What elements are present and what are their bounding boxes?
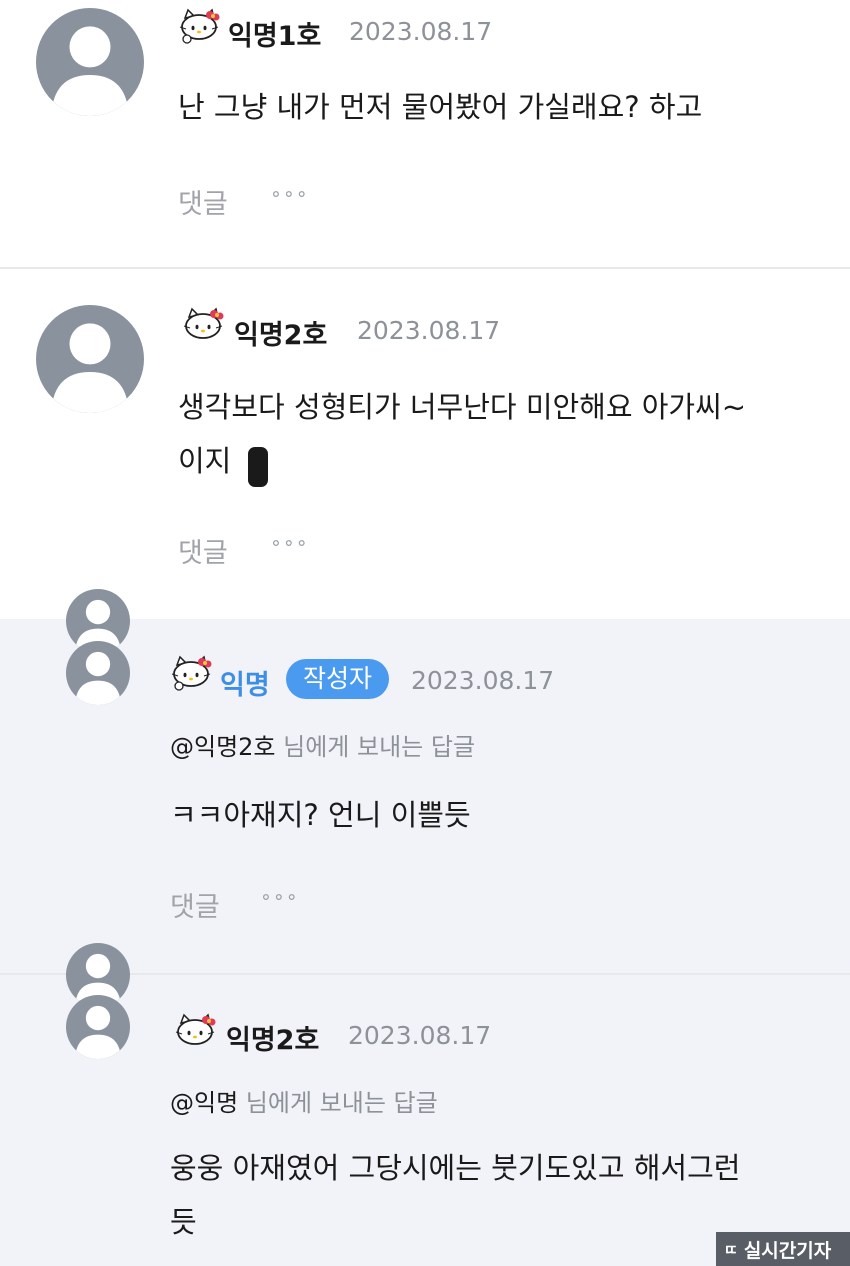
comment-text: 난 그냥 내가 먼저 물어봤어 가실래요? 하고 <box>178 90 703 124</box>
reply-item: 익명 작성자 2023.08.17 @익명2호 님에게 보내는 답글 ㅋㅋ아재지… <box>0 589 850 974</box>
avatar[interactable] <box>36 305 144 413</box>
reply-item: 익명2호 2023.08.17 @익명 님에게 보내는 답글 웅웅 아재였어 그… <box>0 943 850 1266</box>
watermark-logo-icon: ㄸ <box>724 1240 738 1259</box>
more-dots-icon[interactable]: ∘∘∘ <box>270 183 309 205</box>
nickname[interactable]: 익명 <box>220 663 270 702</box>
reply-button[interactable]: 댓글 <box>178 531 228 570</box>
hello-kitty-icon <box>174 1013 216 1047</box>
redaction-blot <box>248 447 268 487</box>
hello-kitty-icon <box>170 655 212 693</box>
more-dots-icon[interactable]: ∘∘∘ <box>260 886 299 908</box>
comment-item: 익명1호 2023.08.17 난 그냥 내가 먼저 물어봤어 가실래요? 하고… <box>0 0 850 268</box>
watermark-text: 실시간기자 <box>743 1239 832 1262</box>
comment-date: 2023.08.17 <box>349 17 493 46</box>
comment-date: 2023.08.17 <box>411 666 555 695</box>
hello-kitty-icon <box>182 307 224 341</box>
more-dots-icon[interactable]: ∘∘∘ <box>270 532 309 554</box>
reply-to-mention[interactable]: @익명 <box>170 1089 238 1117</box>
person-silhouette-icon <box>51 26 129 116</box>
reply-button[interactable]: 댓글 <box>178 182 228 221</box>
hello-kitty-icon <box>178 8 220 46</box>
nickname[interactable]: 익명1호 <box>228 14 321 53</box>
author-badge: 작성자 <box>286 659 390 699</box>
reply-to-mention[interactable]: @익명2호 <box>170 733 276 761</box>
comment-text-line1: 웅웅 아재였어 그당시에는 붓기도있고 해서그런 <box>170 1151 741 1185</box>
reply-to: @익명 님에게 보내는 답글 <box>170 1083 438 1118</box>
avatar[interactable] <box>66 995 130 1059</box>
comment-item: 익명2호 2023.08.17 생각보다 성형티가 너무난다 미안해요 아가씨~… <box>0 269 850 619</box>
reply-to-suffix: 님에게 보내는 답글 <box>275 733 476 761</box>
person-silhouette-icon <box>74 651 122 705</box>
reply-to: @익명2호 님에게 보내는 답글 <box>170 727 475 762</box>
nickname[interactable]: 익명2호 <box>234 313 327 352</box>
reply-button[interactable]: 댓글 <box>170 885 220 924</box>
person-silhouette-icon <box>51 323 129 413</box>
avatar[interactable] <box>66 641 130 705</box>
comment-text-line2: 듯 <box>170 1205 197 1239</box>
avatar[interactable] <box>36 8 144 116</box>
comment-date: 2023.08.17 <box>357 316 501 345</box>
comment-text: ㅋㅋ아재지? 언니 이쁠듯 <box>170 798 471 832</box>
comment-text-line2: 이지 <box>178 444 232 478</box>
reply-to-suffix: 님에게 보내는 답글 <box>238 1089 438 1117</box>
person-silhouette-icon <box>74 1005 122 1059</box>
comment-text-line1: 생각보다 성형티가 너무난다 미안해요 아가씨~ <box>178 390 747 424</box>
comment-date: 2023.08.17 <box>348 1021 492 1050</box>
nickname[interactable]: 익명2호 <box>226 1018 319 1057</box>
watermark: ㄸ 실시간기자 <box>716 1232 850 1266</box>
